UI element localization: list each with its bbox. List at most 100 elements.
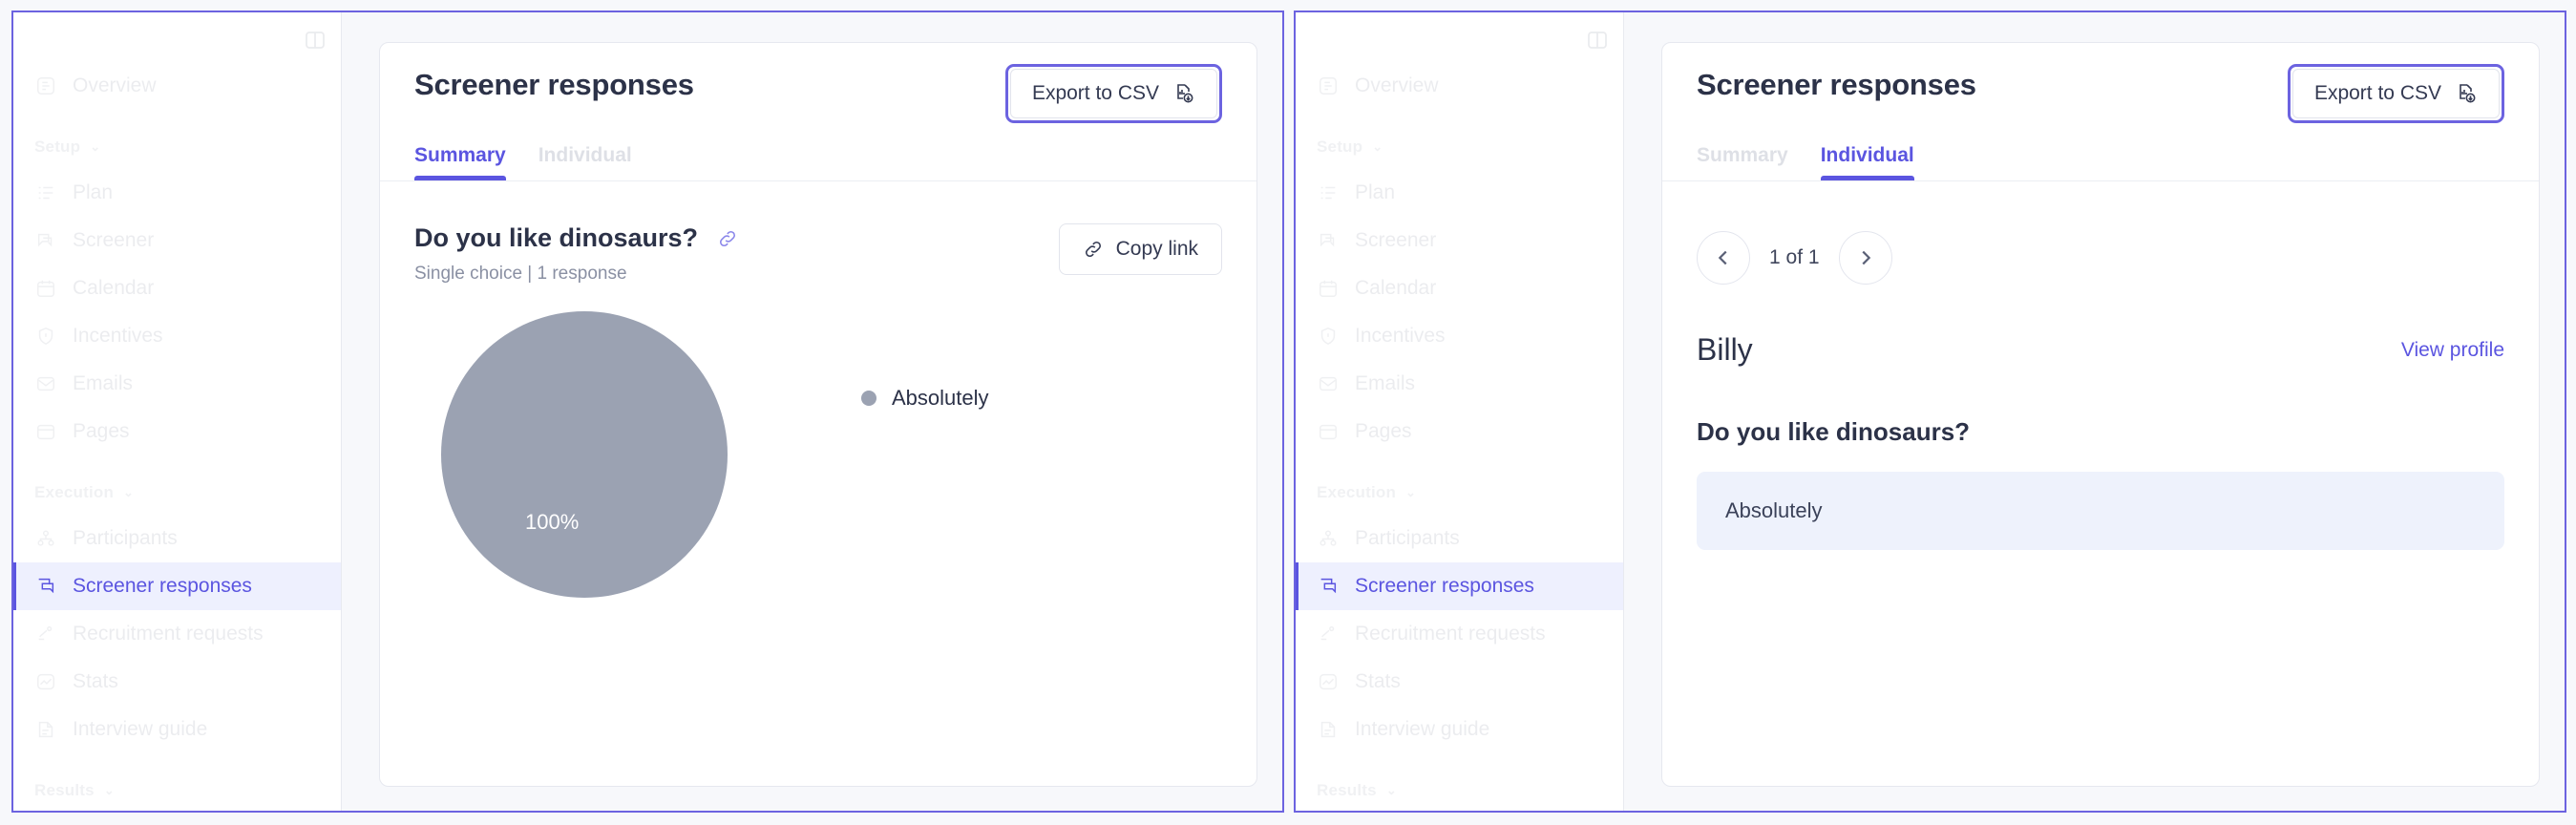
export-csv-focus-ring: Export to CSV bbox=[1004, 64, 1222, 123]
sidebar-item-incentives[interactable]: Incentives bbox=[1296, 312, 1623, 360]
export-csv-button[interactable]: Export to CSV bbox=[2291, 69, 2500, 118]
sidebar-item-emails[interactable]: Emails bbox=[1296, 360, 1623, 408]
recruitment-icon bbox=[34, 623, 57, 645]
sidebar-item-label: Overview bbox=[73, 74, 157, 96]
stats-icon bbox=[1317, 670, 1340, 693]
view-profile-link[interactable]: View profile bbox=[2401, 339, 2504, 362]
sidebar-item-overview[interactable]: Overview bbox=[1296, 62, 1623, 110]
sidebar-section-label: Setup bbox=[1317, 138, 1363, 156]
sidebar-item-screener[interactable]: Screener bbox=[13, 217, 341, 264]
sidebar-item-label: Incentives bbox=[1355, 325, 1446, 347]
envelope-icon bbox=[1317, 372, 1340, 395]
sidebar-item-screener-responses[interactable]: Screener responses bbox=[1296, 562, 1623, 610]
shield-icon bbox=[1317, 325, 1340, 348]
sidebar-section-label: Execution bbox=[34, 483, 115, 501]
sidebar-item-recruitment-requests[interactable]: Recruitment requests bbox=[1296, 610, 1623, 658]
sidebar-item-label: Interview guide bbox=[73, 718, 208, 740]
sidebar-item-screener[interactable]: Screener bbox=[1296, 217, 1623, 264]
sidebar-item-overview[interactable]: Overview bbox=[13, 62, 341, 110]
individual-answer: Absolutely bbox=[1697, 472, 2504, 550]
sidebar-item-pages[interactable]: Pages bbox=[1296, 408, 1623, 455]
sidebar-scroll-right: Overview Setup ⌄ Plan Screener Calendar … bbox=[1296, 12, 1623, 811]
overview-icon bbox=[34, 74, 57, 97]
sidebar-section-label: Results bbox=[1317, 781, 1377, 799]
sidebar-item-label: Overview bbox=[1355, 74, 1439, 96]
chevron-down-icon: ⌄ bbox=[90, 139, 101, 154]
export-csv-label: Export to CSV bbox=[2313, 82, 2441, 104]
sidebar-item-label: Interview guide bbox=[1355, 718, 1490, 740]
participant-name: Billy bbox=[1697, 332, 1753, 367]
tab-summary[interactable]: Summary bbox=[1697, 144, 1788, 180]
sidebar-item-recruitment-requests[interactable]: Recruitment requests bbox=[13, 610, 341, 658]
page-icon bbox=[34, 420, 57, 443]
page-icon bbox=[1317, 420, 1340, 443]
sidebar-scroll-left: Overview Setup ⌄ Plan Screener Calendar … bbox=[13, 12, 341, 811]
sidebar-item-interview-guide[interactable]: Interview guide bbox=[1296, 706, 1623, 753]
previous-response-button[interactable] bbox=[1697, 231, 1750, 285]
tabs-right: Summary Individual bbox=[1697, 144, 2504, 180]
sidebar-item-label: Incentives bbox=[73, 325, 163, 347]
sidebar-item-label: Emails bbox=[73, 372, 134, 394]
panel-toggle-icon[interactable] bbox=[303, 28, 327, 53]
tab-individual[interactable]: Individual bbox=[538, 144, 632, 180]
chevron-down-icon: ⌄ bbox=[1405, 485, 1417, 499]
link-icon[interactable] bbox=[717, 228, 738, 249]
sidebar-item-interview-guide[interactable]: Interview guide bbox=[13, 706, 341, 753]
sidebar-section-label: Setup bbox=[34, 138, 81, 156]
screener-responses-icon bbox=[34, 575, 57, 598]
chevron-down-icon: ⌄ bbox=[1372, 139, 1383, 154]
question-meta: Single choice | 1 response bbox=[414, 264, 627, 284]
sidebar-section-setup[interactable]: Setup ⌄ bbox=[13, 125, 341, 169]
sidebar-item-plan[interactable]: Plan bbox=[1296, 169, 1623, 217]
window-right: Overview Setup ⌄ Plan Screener Calendar … bbox=[1294, 11, 2566, 813]
sidebar-item-pages[interactable]: Pages bbox=[13, 408, 341, 455]
sidebar-item-label: Calendar bbox=[73, 277, 155, 299]
sidebar-item-label: Stats bbox=[73, 670, 118, 692]
sidebar-section-results[interactable]: Results ⌄ bbox=[1296, 769, 1623, 811]
calendar-icon bbox=[1317, 277, 1340, 300]
export-csv-button[interactable]: Export to CSV bbox=[1009, 69, 1217, 118]
export-csv-focus-ring: Export to CSV bbox=[2287, 64, 2504, 123]
tab-summary[interactable]: Summary bbox=[414, 144, 506, 180]
copy-link-button[interactable]: Copy link bbox=[1058, 223, 1222, 275]
sidebar-item-label: Screener bbox=[1355, 229, 1437, 251]
sidebar-item-calendar[interactable]: Calendar bbox=[13, 264, 341, 312]
pie-slice-absolutely[interactable] bbox=[441, 311, 728, 598]
sidebar-item-stats[interactable]: Stats bbox=[1296, 658, 1623, 706]
sidebar-item-label: Screener responses bbox=[73, 575, 252, 597]
screener-responses-card-left: Screener responses Export to CSV Summary… bbox=[379, 42, 1257, 787]
sidebar-section-label: Results bbox=[34, 781, 95, 799]
pie-slice-value-label: 100% bbox=[525, 510, 580, 534]
page-title: Screener responses bbox=[414, 68, 694, 101]
legend-item[interactable]: Absolutely bbox=[861, 386, 989, 411]
export-csv-label: Export to CSV bbox=[1031, 82, 1159, 104]
question-title: Do you like dinosaurs? bbox=[414, 223, 699, 252]
stats-icon bbox=[34, 670, 57, 693]
individual-question: Do you like dinosaurs? bbox=[1697, 417, 1971, 446]
card-header-left: Screener responses Export to CSV Summary… bbox=[380, 43, 1256, 181]
sidebar-item-label: Pages bbox=[1355, 420, 1412, 442]
card-header-right: Screener responses Export to CSV Summary… bbox=[1662, 43, 2539, 181]
question-header-row: Do you like dinosaurs? Single choice | 1… bbox=[414, 223, 1222, 285]
sidebar-item-plan[interactable]: Plan bbox=[13, 169, 341, 217]
sidebar-item-screener-responses[interactable]: Screener responses bbox=[13, 562, 341, 610]
recruitment-icon bbox=[1317, 623, 1340, 645]
sidebar-item-incentives[interactable]: Incentives bbox=[13, 312, 341, 360]
sidebar-item-label: Participants bbox=[1355, 527, 1460, 549]
sidebar-item-calendar[interactable]: Calendar bbox=[1296, 264, 1623, 312]
link-icon bbox=[1083, 239, 1104, 260]
sidebar-item-participants[interactable]: Participants bbox=[1296, 515, 1623, 562]
sidebar-section-execution[interactable]: Execution ⌄ bbox=[13, 471, 341, 515]
sidebar-item-stats[interactable]: Stats bbox=[13, 658, 341, 706]
panel-toggle-icon[interactable] bbox=[1585, 28, 1610, 53]
sidebar-section-setup[interactable]: Setup ⌄ bbox=[1296, 125, 1623, 169]
sidebar-section-execution[interactable]: Execution ⌄ bbox=[1296, 471, 1623, 515]
sidebar-item-participants[interactable]: Participants bbox=[13, 515, 341, 562]
tab-individual[interactable]: Individual bbox=[1820, 144, 1914, 180]
chevron-left-icon bbox=[1713, 247, 1734, 268]
window-left: Overview Setup ⌄ Plan Screener Calendar … bbox=[11, 11, 1284, 813]
next-response-button[interactable] bbox=[1838, 231, 1892, 285]
list-icon bbox=[1317, 181, 1340, 204]
sidebar-section-results[interactable]: Results ⌄ bbox=[13, 769, 341, 811]
sidebar-item-emails[interactable]: Emails bbox=[13, 360, 341, 408]
